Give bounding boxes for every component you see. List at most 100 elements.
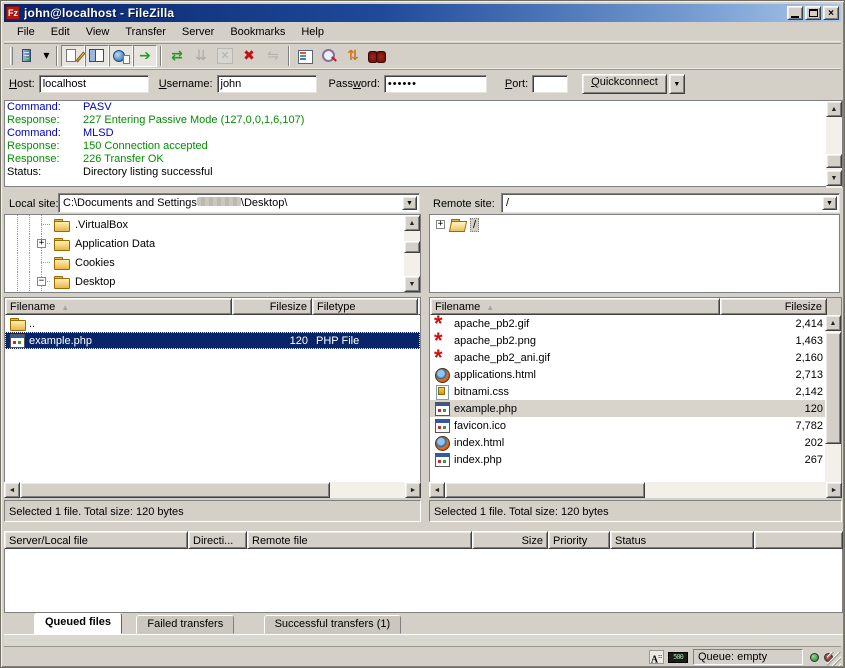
disconnect-button[interactable]: ✖: [237, 45, 261, 67]
local-site-combo[interactable]: C:\Documents and Settings\Desktop\ ▼: [58, 193, 420, 213]
log-line-label: Command:: [5, 127, 83, 140]
queue-header-status[interactable]: Status: [610, 531, 754, 549]
folder-icon: [53, 255, 70, 270]
menu-item-bookmarks[interactable]: Bookmarks: [222, 24, 293, 40]
remote-cell-size: 202: [720, 434, 827, 451]
local-header-filename[interactable]: Filename▲: [5, 298, 232, 315]
username-input[interactable]: john: [217, 75, 317, 93]
collapse-icon[interactable]: −: [37, 277, 46, 286]
log-scroll-up-icon[interactable]: ▲: [826, 101, 842, 117]
local-file-row[interactable]: example.php120PHP File1: [5, 332, 420, 349]
queue-header-empty[interactable]: [754, 531, 843, 549]
refresh-button[interactable]: ⇄: [165, 45, 189, 67]
site-manager-dropdown-button[interactable]: ▼: [40, 45, 53, 67]
activity-led-green-icon: [810, 653, 819, 662]
remote-list-scrollbar-thumb[interactable]: [825, 332, 841, 444]
local-tree-item[interactable]: −Desktop: [5, 272, 420, 291]
local-hscrollbar-thumb[interactable]: [20, 482, 330, 498]
remote-hscrollbar-thumb[interactable]: [445, 482, 645, 498]
remote-list-scroll-up-icon[interactable]: ▲: [825, 315, 841, 331]
quickconnect-dropdown-button[interactable]: ▼: [669, 74, 685, 94]
remote-file-row[interactable]: favicon.ico7,782: [430, 417, 825, 434]
queue-header-directi-[interactable]: Directi...: [188, 531, 247, 549]
local-tree-item[interactable]: Cookies: [5, 253, 420, 272]
local-tree-item[interactable]: +Application Data: [5, 234, 420, 253]
remote-file-row[interactable]: apache_pb2_ani.gif2,160: [430, 349, 825, 366]
menu-item-file[interactable]: File: [9, 24, 43, 40]
remote-file-row[interactable]: apache_pb2.png1,463: [430, 332, 825, 349]
local-header-last-modified[interactable]: Last modified: [418, 298, 421, 315]
tab-successful-transfers-1-[interactable]: Successful transfers (1): [264, 615, 402, 634]
local-hscroll-left-icon[interactable]: ◄: [4, 482, 20, 498]
queue-header-size[interactable]: Size: [472, 531, 548, 549]
chevron-down-icon: ▼: [673, 81, 680, 88]
queue-header-server-local-file[interactable]: Server/Local file: [4, 531, 188, 549]
queue-header-remote-file[interactable]: Remote file: [247, 531, 472, 549]
synchronized-browsing-button[interactable]: ⇅: [341, 45, 365, 67]
find-files-button[interactable]: [365, 45, 389, 67]
tree-guide: [17, 234, 18, 253]
remote-site-combo[interactable]: / ▼: [501, 193, 840, 213]
remote-tree-item[interactable]: +/: [430, 215, 839, 234]
remote-file-row[interactable]: applications.html2,713: [430, 366, 825, 383]
log-scroll-down-icon[interactable]: ▼: [826, 170, 842, 186]
host-input[interactable]: localhost: [39, 75, 149, 93]
toggle-transfer-queue-icon: ➔: [139, 49, 151, 63]
local-header-filesize[interactable]: Filesize: [232, 298, 312, 315]
remote-file-row[interactable]: index.php267: [430, 451, 825, 468]
directory-listing-filters-button[interactable]: [293, 45, 317, 67]
tab-failed-transfers[interactable]: Failed transfers: [136, 615, 234, 634]
speed-limit-indicator-icon[interactable]: 500: [668, 652, 688, 663]
remote-hscroll-left-icon[interactable]: ◄: [429, 482, 445, 498]
remote-file-row[interactable]: example.php120: [430, 400, 825, 417]
expand-icon[interactable]: +: [37, 239, 46, 248]
process-queue-button: ⇊: [189, 45, 213, 67]
remote-site-combo-arrow-icon[interactable]: ▼: [822, 196, 837, 210]
minimize-button[interactable]: [787, 6, 803, 20]
tab-queued-files[interactable]: Queued files: [34, 613, 122, 634]
tree-guide: [29, 253, 30, 272]
remote-cell-size: 2,142: [720, 383, 827, 400]
remote-cell-name: bitnami.css: [430, 383, 720, 400]
menu-item-view[interactable]: View: [78, 24, 118, 40]
log-scrollbar-thumb[interactable]: [826, 154, 842, 168]
close-button[interactable]: ×: [823, 6, 839, 20]
directory-comparison-button[interactable]: [317, 45, 341, 67]
remote-hscroll-right-icon[interactable]: ►: [826, 482, 842, 498]
resize-grip[interactable]: [827, 652, 841, 666]
local-tree-scrollbar-thumb[interactable]: [404, 241, 420, 253]
apache-file-icon: [434, 333, 451, 348]
maximize-button[interactable]: [805, 6, 821, 20]
cell-text: apache_pb2.png: [454, 335, 536, 347]
toggle-directory-listing-button[interactable]: [109, 45, 133, 67]
remote-header-filesize[interactable]: Filesize: [720, 298, 827, 315]
remote-header-filename[interactable]: Filename▲: [430, 298, 720, 315]
menu-item-edit[interactable]: Edit: [43, 24, 78, 40]
toggle-message-log-button[interactable]: [61, 45, 85, 67]
site-manager-button[interactable]: [16, 45, 40, 67]
local-tree-item[interactable]: .VirtualBox: [5, 215, 420, 234]
toggle-directory-trees-button[interactable]: [85, 45, 109, 67]
remote-file-row[interactable]: apache_pb2.gif2,414: [430, 315, 825, 332]
menu-item-server[interactable]: Server: [174, 24, 222, 40]
toggle-transfer-queue-button[interactable]: ➔: [133, 45, 157, 67]
local-tree-scroll-up-icon[interactable]: ▲: [404, 215, 420, 231]
toolbar-grip[interactable]: [10, 47, 13, 65]
remote-file-row[interactable]: bitnami.css2,142: [430, 383, 825, 400]
queue-header-priority[interactable]: Priority: [548, 531, 610, 549]
local-header-filetype[interactable]: Filetype: [312, 298, 418, 315]
expand-icon[interactable]: +: [436, 220, 445, 229]
quickconnect-button[interactable]: Quickconnect: [582, 74, 667, 94]
ascii-transfer-type-icon[interactable]: A::: [649, 650, 664, 664]
remote-file-row[interactable]: index.html202: [430, 434, 825, 451]
local-file-row[interactable]: ..: [5, 315, 420, 332]
port-input[interactable]: [532, 75, 568, 93]
menu-item-help[interactable]: Help: [293, 24, 332, 40]
local-tree-scroll-down-icon[interactable]: ▼: [404, 276, 420, 292]
password-input[interactable]: ••••••: [384, 75, 487, 93]
local-hscroll-right-icon[interactable]: ►: [405, 482, 421, 498]
menu-item-transfer[interactable]: Transfer: [117, 24, 174, 40]
tree-guide: [17, 272, 18, 291]
local-site-combo-arrow-icon[interactable]: ▼: [402, 196, 417, 210]
local-cell-name: ..: [5, 315, 232, 332]
